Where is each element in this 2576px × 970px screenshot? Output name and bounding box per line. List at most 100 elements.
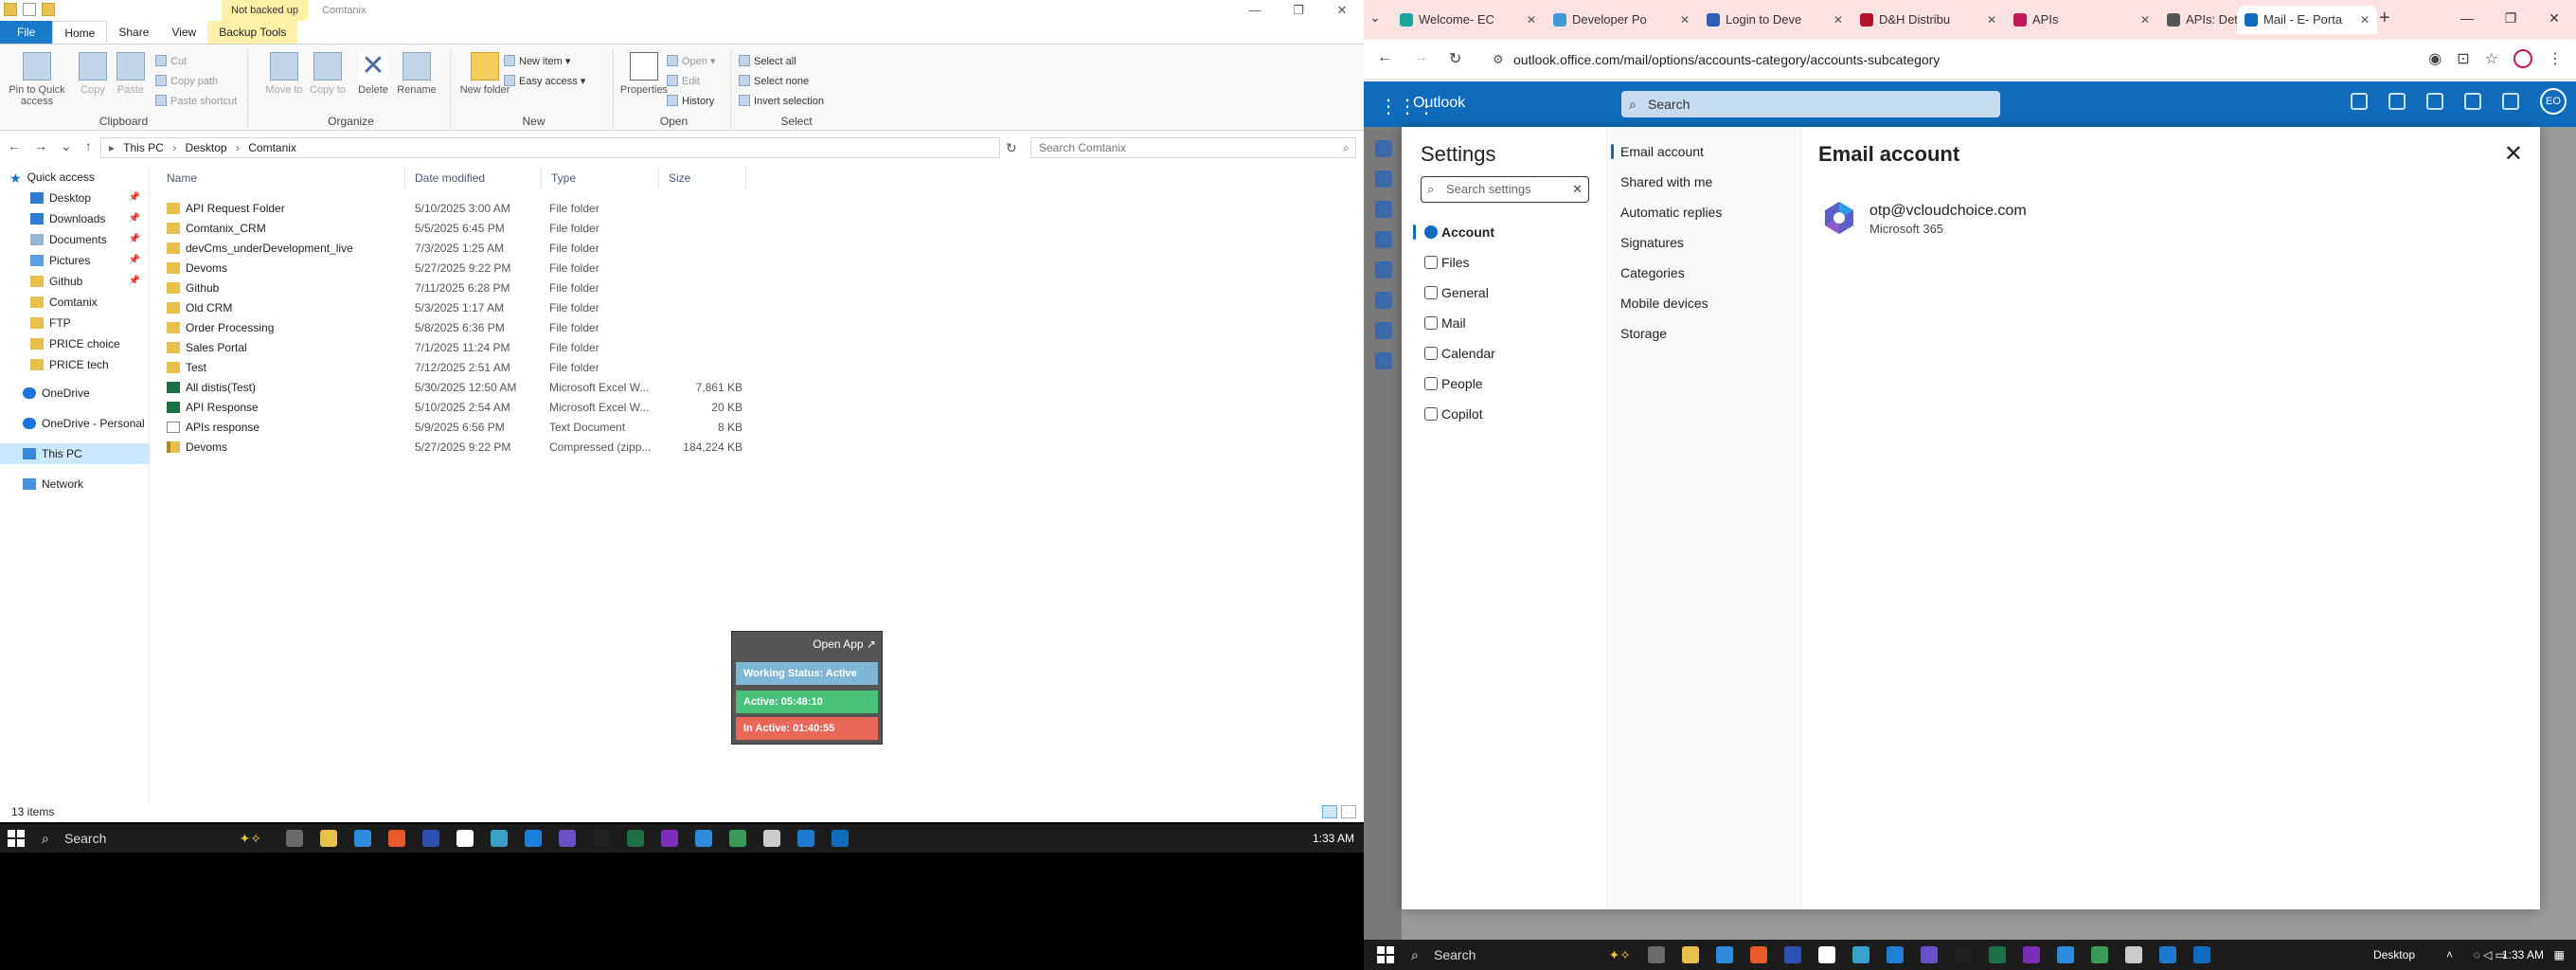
nav-network[interactable]: Network: [0, 474, 150, 494]
install-app-icon[interactable]: ⊡: [2457, 49, 2469, 68]
paste-button[interactable]: Paste: [104, 52, 157, 96]
bell-icon[interactable]: [2464, 93, 2481, 110]
tab-home[interactable]: Home: [52, 21, 108, 44]
browser-tab[interactable]: D&H Distribu ✕: [1852, 6, 2004, 34]
open-app-button[interactable]: Open App ↗: [813, 638, 876, 651]
more-apps-icon[interactable]: [1375, 352, 1392, 369]
avatar[interactable]: EO: [2540, 88, 2567, 115]
file-explorer-taskbar-icon[interactable]: [320, 830, 337, 847]
subcategory-shared-with-me[interactable]: Shared with me: [1607, 167, 1802, 197]
browser-tab[interactable]: Developer Po ✕: [1546, 6, 1697, 34]
close-button[interactable]: ✕: [2532, 0, 2576, 36]
vscode-icon[interactable]: [797, 830, 814, 847]
table-row[interactable]: Order Processing 5/8/2025 6:36 PM File fol…: [159, 318, 746, 338]
close-tab-icon[interactable]: ✕: [1987, 6, 1996, 34]
settings-category-account[interactable]: Account: [1413, 218, 1602, 246]
menu-kebab-icon[interactable]: ⋮: [2548, 49, 2563, 68]
browser-tab[interactable]: Welcome- EC ✕: [1392, 6, 1544, 34]
teams-icon[interactable]: [2388, 93, 2406, 110]
outlook-brand[interactable]: Outlook: [1413, 95, 1465, 112]
chrome-active-icon[interactable]: [695, 830, 712, 847]
subcategory-signatures[interactable]: Signatures: [1607, 227, 1802, 258]
firefox-icon[interactable]: [388, 830, 405, 847]
file-explorer-taskbar-icon[interactable]: [1682, 946, 1699, 963]
subcategory-categories[interactable]: Categories: [1607, 258, 1802, 288]
nav-desktop[interactable]: Desktop 📌: [0, 188, 150, 208]
teams-icon[interactable]: [559, 830, 576, 847]
select-all-button[interactable]: Select all: [739, 54, 796, 69]
select-none-button[interactable]: Select none: [739, 74, 809, 89]
table-row[interactable]: APIs response 5/9/2025 6:56 PM Text Docume…: [159, 418, 746, 438]
refresh-icon[interactable]: ↻: [1006, 140, 1017, 156]
easy-access-button[interactable]: Easy access ▾: [504, 74, 585, 89]
nav-comtanix[interactable]: Comtanix: [0, 292, 150, 313]
edit-button[interactable]: Edit: [667, 74, 700, 89]
table-row[interactable]: Devoms 5/27/2025 9:22 PM File folder: [159, 259, 746, 278]
subcategory-email-account[interactable]: Email account: [1607, 136, 1802, 167]
settings-category-files[interactable]: Files: [1413, 248, 1602, 277]
browser-app-icon[interactable]: [1852, 946, 1869, 963]
table-row[interactable]: Sales Portal 7/1/2025 11:24 PM File folder: [159, 338, 746, 358]
forward-icon[interactable]: →: [1413, 49, 1428, 68]
back-icon[interactable]: ←: [1377, 49, 1392, 68]
chrome-icon[interactable]: [354, 830, 371, 847]
up-icon[interactable]: ↑: [85, 138, 92, 154]
table-row[interactable]: Old CRM 5/3/2025 1:17 AM File folder: [159, 298, 746, 318]
vscode-icon[interactable]: [2159, 946, 2176, 963]
browser-tab[interactable]: Login to Deve ✕: [1699, 6, 1851, 34]
editor-icon[interactable]: [525, 830, 542, 847]
column-size[interactable]: Size: [661, 167, 746, 189]
large-icons-view-icon[interactable]: [1341, 805, 1356, 818]
history-button[interactable]: History: [667, 94, 714, 109]
taskbar-clock[interactable]: 1:33 AM: [1313, 824, 1354, 853]
browser-tab[interactable]: APIs ✕: [2006, 6, 2157, 34]
minimize-button[interactable]: —: [2445, 0, 2489, 36]
properties-qat-icon[interactable]: [23, 3, 36, 16]
people-icon[interactable]: [1375, 231, 1392, 248]
excel-icon[interactable]: [1989, 946, 2006, 963]
close-button[interactable]: ✕: [1320, 0, 1364, 21]
maximize-button[interactable]: ❐: [1277, 0, 1320, 21]
recent-chevron-icon[interactable]: ⌄: [61, 138, 72, 154]
onenote-icon[interactable]: [661, 830, 678, 847]
tab-list-chevron-icon[interactable]: ⌄: [1369, 9, 1381, 26]
zoom-icon[interactable]: [1784, 946, 1801, 963]
tab-file[interactable]: File: [0, 21, 53, 44]
outlook-icon[interactable]: [832, 830, 849, 847]
windows-start-icon[interactable]: [8, 830, 25, 847]
nav-ftp[interactable]: FTP: [0, 313, 150, 333]
invert-selection-button[interactable]: Invert selection: [739, 94, 824, 109]
table-row[interactable]: Test 7/12/2025 2:51 AM File folder: [159, 358, 746, 378]
close-tab-icon[interactable]: ✕: [2360, 6, 2370, 34]
reload-icon[interactable]: ↻: [1449, 49, 1461, 68]
nav-documents[interactable]: Documents 📌: [0, 229, 150, 250]
app-icon[interactable]: [2091, 946, 2108, 963]
subcategory-automatic-replies[interactable]: Automatic replies: [1607, 197, 1802, 227]
table-row[interactable]: Comtanix_CRM 5/5/2025 6:45 PM File folder: [159, 219, 746, 239]
settings-category-people[interactable]: People: [1413, 369, 1602, 398]
nav-price-tech[interactable]: PRICE tech: [0, 354, 150, 375]
clock-app-icon[interactable]: [456, 830, 474, 847]
clear-icon[interactable]: ✕: [1572, 177, 1583, 202]
column-name[interactable]: Name: [159, 167, 405, 189]
minimize-button[interactable]: —: [1233, 0, 1277, 21]
copy-path-button[interactable]: Copy path: [155, 74, 218, 89]
explorer-search-input[interactable]: Search Comtanix ⌕: [1030, 137, 1356, 158]
mail-icon[interactable]: [1375, 140, 1392, 157]
table-row[interactable]: All distis(Test) 5/30/2025 12:50 AM Micros…: [159, 378, 746, 398]
close-tab-icon[interactable]: ✕: [1680, 6, 1690, 34]
cut-button[interactable]: Cut: [155, 54, 187, 69]
open-button[interactable]: Open ▾: [667, 54, 716, 69]
table-row[interactable]: API Request Folder 5/10/2025 3:00 AM File …: [159, 199, 746, 219]
settings-category-general[interactable]: General: [1413, 278, 1602, 307]
outlook-search[interactable]: ⌕ Search: [1621, 91, 2000, 117]
outlook-icon[interactable]: [2193, 946, 2210, 963]
table-row[interactable]: devCms_underDevelopment_live 7/3/2025 1:2…: [159, 239, 746, 259]
chrome-active-icon[interactable]: [2057, 946, 2074, 963]
address-bar[interactable]: ▸ This PC › Desktop › Comtanix: [100, 137, 1000, 158]
subcategory-mobile-devices[interactable]: Mobile devices: [1607, 288, 1802, 318]
table-row[interactable]: Github 7/11/2025 6:28 PM File folder: [159, 278, 746, 298]
nav-quick-access[interactable]: ★ Quick access: [0, 167, 150, 188]
site-info-icon[interactable]: ⚙: [1493, 45, 1504, 74]
calendar-icon[interactable]: [1375, 171, 1392, 188]
